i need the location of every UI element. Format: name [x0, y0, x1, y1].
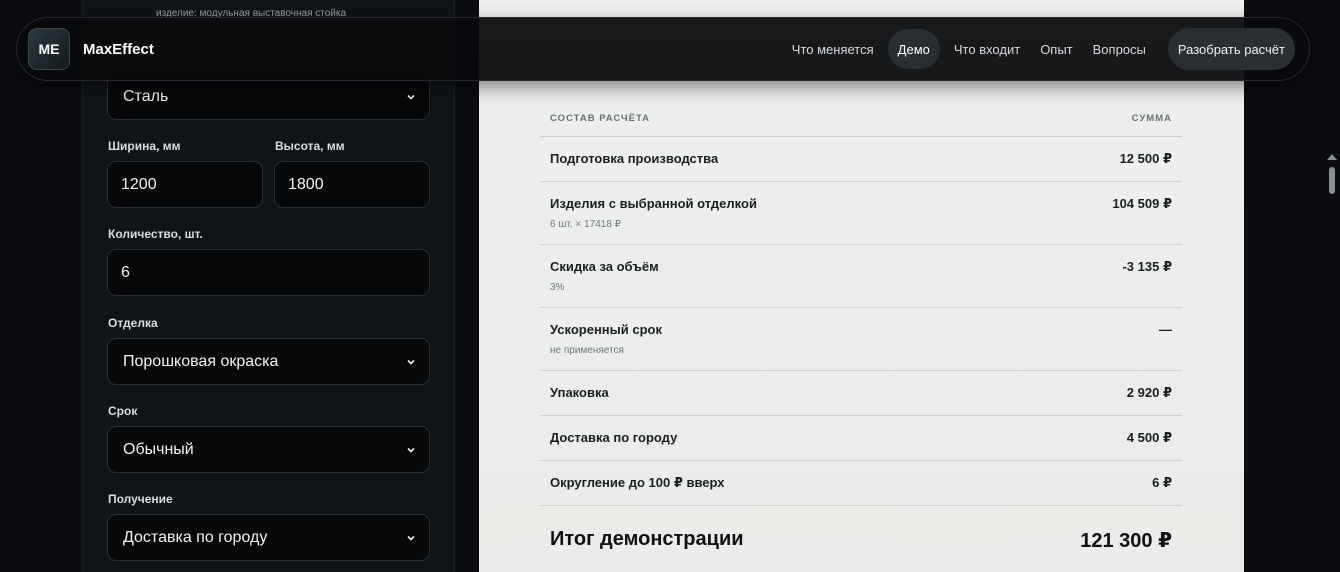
finish-select-value: Порошковая окраска	[123, 352, 279, 370]
nav-item-demo[interactable]: Демо	[887, 29, 940, 69]
row-label-text: Изделия с выбранной отделкой	[550, 196, 757, 211]
term-label: Срок	[108, 404, 138, 418]
quantity-label: Количество, шт.	[108, 227, 203, 241]
finish-label: Отделка	[108, 316, 158, 330]
row-label-text: Упаковка	[550, 385, 609, 400]
total-label: Итог демонстрации	[550, 528, 744, 550]
chevron-down-icon	[407, 94, 415, 100]
calculation-sheet: СОСТАВ РАСЧЁТА СУММА Подготовка производ…	[479, 0, 1244, 572]
row-amount: 6 ₽	[970, 460, 1182, 506]
row-sublabel: не применяется	[550, 345, 624, 356]
row-sublabel: 3%	[550, 282, 565, 293]
column-header-sum: СУММА	[970, 100, 1182, 137]
table-row: Скидка за объём 3% -3 135 ₽	[540, 244, 1182, 308]
row-label-text: Округление до 100 ₽ вверх	[550, 475, 725, 490]
quantity-input-value: 6	[121, 263, 130, 281]
row-label: Ускоренный срок не применяется	[540, 307, 971, 371]
row-label-text: Подготовка производства	[550, 151, 719, 166]
table-row: Упаковка 2 920 ₽	[540, 370, 1182, 416]
analyze-calculation-button[interactable]: Разобрать расчёт	[1167, 28, 1295, 70]
row-label-text: Ускоренный срок	[550, 322, 662, 337]
brand-name[interactable]: MaxEffect	[83, 41, 154, 58]
total-amount: 121 300 ₽	[1080, 530, 1172, 552]
row-amount: 4 500 ₽	[970, 415, 1182, 461]
row-label: Изделия с выбранной отделкой 6 шт. × 1741…	[540, 181, 971, 245]
width-input[interactable]: 1200	[107, 161, 263, 208]
quantity-input[interactable]: 6	[107, 249, 430, 296]
row-amount: 12 500 ₽	[970, 136, 1182, 182]
table-row: Доставка по городу 4 500 ₽	[540, 415, 1182, 461]
scroll-up-arrow-icon[interactable]	[1327, 154, 1337, 160]
calculator-form: изделие: модульная выставочная стойка Ст…	[82, 0, 455, 572]
table-row: Округление до 100 ₽ вверх 6 ₽	[540, 460, 1182, 506]
material-select-value: Сталь	[123, 87, 169, 105]
width-label: Ширина, мм	[108, 139, 181, 153]
table-row: Изделия с выбранной отделкой 6 шт. × 1741…	[540, 181, 1182, 245]
term-select[interactable]: Обычный	[107, 426, 430, 473]
width-input-value: 1200	[121, 175, 157, 193]
row-amount: 104 509 ₽	[970, 181, 1182, 245]
nav-item-included[interactable]: Что входит	[944, 29, 1030, 69]
row-label: Доставка по городу	[540, 415, 971, 461]
site-header: ME MaxEffect Что меняется Демо Что входи…	[16, 17, 1310, 81]
height-input[interactable]: 1800	[274, 161, 430, 208]
table-header-row: СОСТАВ РАСЧЁТА СУММА	[540, 100, 1182, 137]
height-input-value: 1800	[288, 175, 324, 193]
height-label: Высота, мм	[275, 139, 345, 153]
table-row: Ускоренный срок не применяется —	[540, 307, 1182, 371]
row-label: Округление до 100 ₽ вверх	[540, 460, 971, 506]
term-select-value: Обычный	[123, 440, 194, 458]
scroll-thumb[interactable]	[1329, 167, 1335, 194]
chevron-down-icon	[407, 447, 415, 453]
row-amount: 2 920 ₽	[970, 370, 1182, 416]
row-sublabel: 6 шт. × 17418 ₽	[550, 219, 621, 230]
row-amount: -3 135 ₽	[970, 244, 1182, 308]
finish-select[interactable]: Порошковая окраска	[107, 338, 430, 385]
chevron-down-icon	[407, 535, 415, 541]
page-scrollbar[interactable]	[1323, 0, 1340, 572]
delivery-select-value: Доставка по городу	[123, 528, 268, 546]
main-nav: Что меняется Демо Что входит Опыт Вопрос…	[782, 28, 1295, 70]
delivery-select[interactable]: Доставка по городу	[107, 514, 430, 561]
logo[interactable]: ME	[28, 28, 70, 70]
nav-item-changes[interactable]: Что меняется	[782, 29, 884, 69]
table-row: Подготовка производства 12 500 ₽	[540, 136, 1182, 182]
row-label-text: Доставка по городу	[550, 430, 678, 445]
row-label: Упаковка	[540, 370, 971, 416]
nav-item-faq[interactable]: Вопросы	[1083, 29, 1156, 69]
delivery-label: Получение	[108, 492, 173, 506]
row-amount: —	[970, 307, 1182, 371]
column-header-items: СОСТАВ РАСЧЁТА	[540, 100, 971, 137]
nav-item-experience[interactable]: Опыт	[1030, 29, 1082, 69]
row-label: Скидка за объём 3%	[540, 244, 971, 308]
calculation-table: СОСТАВ РАСЧЁТА СУММА Подготовка производ…	[540, 100, 1182, 572]
total-row: Итог демонстрации 121 300 ₽	[540, 506, 1182, 572]
row-label: Подготовка производства	[540, 136, 971, 182]
chevron-down-icon	[407, 359, 415, 365]
row-label-text: Скидка за объём	[550, 259, 659, 274]
